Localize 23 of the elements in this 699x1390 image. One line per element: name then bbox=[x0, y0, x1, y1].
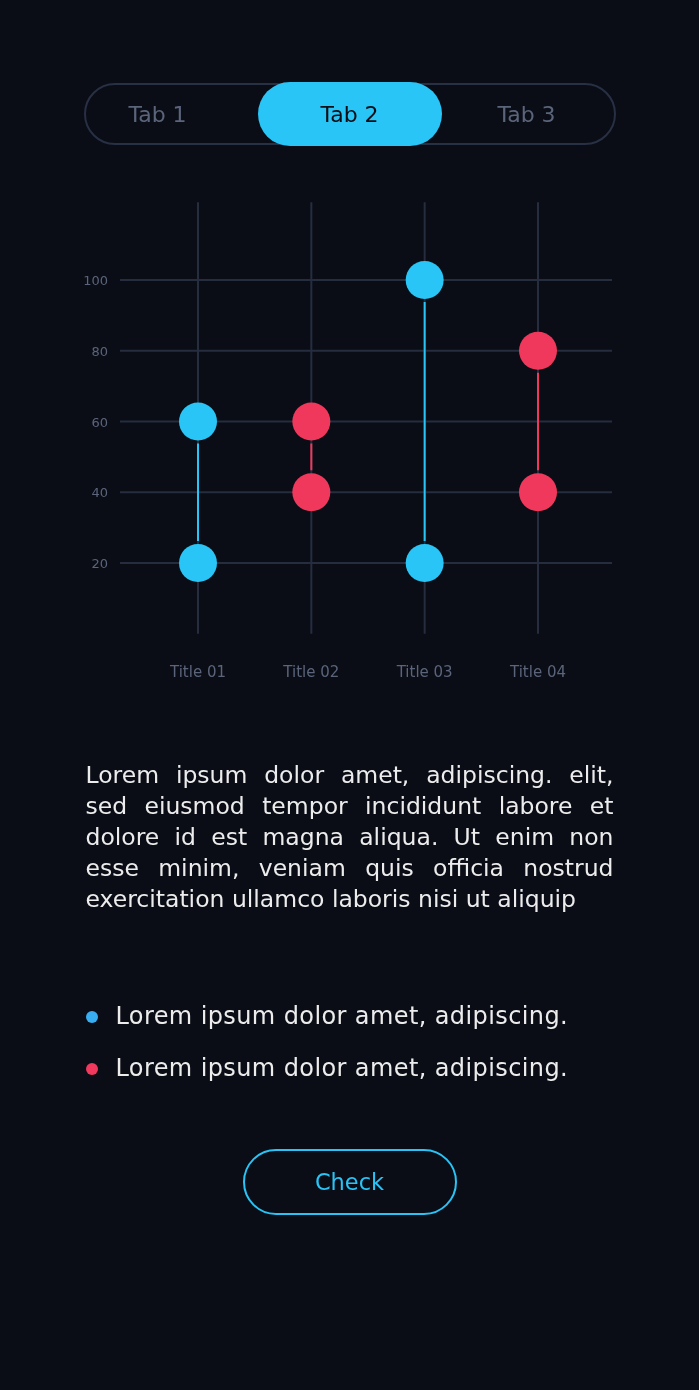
legend-text: Lorem ipsum dolor amet, adipiscing. bbox=[115, 1053, 569, 1084]
x-axis-label: Title 03 bbox=[396, 663, 453, 681]
x-axis-label: Title 01 bbox=[169, 663, 226, 681]
y-axis-label: 60 bbox=[90, 414, 108, 430]
check-button[interactable]: Check bbox=[242, 1149, 457, 1215]
data-point bbox=[518, 331, 557, 370]
y-axis-label: 40 bbox=[90, 485, 108, 501]
connector bbox=[309, 442, 312, 472]
y-axis-label: 80 bbox=[90, 343, 108, 359]
legend-text: Lorem ipsum dolor amet, adipiscing. bbox=[115, 1001, 569, 1032]
data-point bbox=[291, 473, 330, 512]
tab[interactable]: Tab 2 bbox=[257, 82, 442, 146]
y-axis-label: 100 bbox=[82, 273, 108, 288]
data-point bbox=[291, 402, 330, 441]
x-axis-label: Title 04 bbox=[509, 663, 566, 681]
data-point bbox=[405, 544, 444, 582]
data-point bbox=[405, 261, 444, 299]
data-point bbox=[178, 402, 217, 441]
data-point bbox=[518, 473, 557, 512]
data-point bbox=[178, 544, 217, 582]
description-text: Lorem ipsum dolor amet, adipiscing. elit, sed eiusmod tempor incididunt labore et dolore id est magna aliqua. Ut enim non esse minim, veniam quis officia nostrud exercitation ullamco laboris nisi ut aliquip bbox=[85, 760, 614, 915]
x-axis-label: Title 02 bbox=[282, 663, 339, 681]
y-axis-label: 20 bbox=[90, 556, 108, 571]
